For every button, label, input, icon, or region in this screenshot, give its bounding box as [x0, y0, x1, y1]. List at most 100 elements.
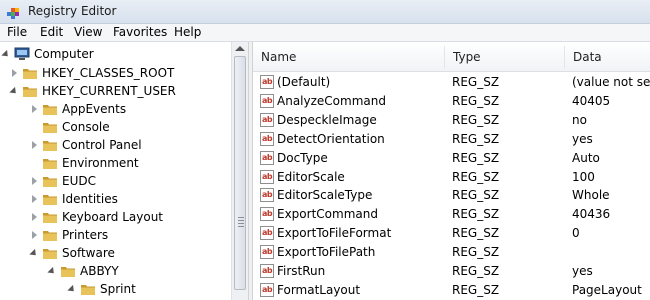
value-name: (Default) — [277, 75, 331, 89]
folder-icon — [43, 213, 57, 223]
string-value-icon: ab — [260, 169, 274, 184]
value-data: 40436 — [572, 207, 611, 222]
expanded-arrow-icon[interactable] — [47, 266, 57, 277]
expanded-arrow-icon[interactable] — [1, 49, 11, 60]
tree-item-environment[interactable]: Environment — [0, 155, 231, 173]
menu-favorites[interactable]: Favorites — [113, 25, 167, 39]
table-row[interactable]: ab FormatLayout REG_SZ PageLayout — [253, 281, 650, 300]
value-type: REG_SZ — [452, 93, 500, 108]
tree-item-hkey-current-user[interactable]: HKEY_CURRENT_USER — [0, 83, 231, 101]
folder-icon — [61, 267, 75, 277]
tree-item-software[interactable]: Software — [0, 245, 231, 263]
menu-edit[interactable]: Edit — [40, 25, 63, 39]
value-type: REG_SZ — [452, 282, 500, 297]
tree-item-label: HKEY_CLASSES_ROOT — [42, 66, 175, 80]
tree-item-appevents[interactable]: AppEvents — [0, 101, 231, 119]
tree-item-identities[interactable]: Identities — [0, 191, 231, 209]
value-data: PageLayout — [572, 282, 642, 297]
column-header-type[interactable]: Type — [445, 42, 565, 72]
value-type: REG_SZ — [452, 169, 500, 184]
string-value-icon: ab — [260, 226, 274, 241]
table-row[interactable]: ab FirstRun REG_SZ yes — [253, 262, 650, 281]
value-type: REG_SZ — [452, 112, 500, 127]
table-row[interactable]: ab AnalyzeCommand REG_SZ 40405 — [253, 92, 650, 111]
value-type: REG_SZ — [452, 207, 500, 222]
value-type: REG_SZ — [452, 245, 500, 260]
value-type: REG_SZ — [452, 226, 500, 241]
value-name: DetectOrientation — [277, 131, 385, 146]
table-row[interactable]: ab DetectOrientation REG_SZ yes — [253, 130, 650, 149]
column-header-data[interactable]: Data — [565, 42, 650, 72]
value-data: 100 — [572, 169, 595, 184]
list-header: Name Type Data — [253, 42, 650, 72]
value-data: 40405 — [572, 93, 611, 108]
value-data: Whole — [572, 188, 610, 203]
folder-icon — [43, 123, 57, 133]
value-type: REG_SZ — [452, 264, 500, 278]
scrollbar-thumb[interactable] — [234, 56, 246, 290]
column-header-name[interactable]: Name — [253, 42, 443, 72]
tree-item-eudc[interactable]: EUDC — [0, 173, 231, 191]
value-name: AnalyzeCommand — [277, 93, 386, 108]
expanded-arrow-icon[interactable] — [29, 248, 39, 259]
collapsed-arrow-icon[interactable] — [32, 141, 37, 149]
value-data: Auto — [572, 150, 600, 165]
collapsed-arrow-icon[interactable] — [32, 177, 37, 185]
menu-view[interactable]: View — [74, 25, 102, 39]
expanded-arrow-icon[interactable] — [9, 86, 19, 97]
table-row[interactable]: ab ExportCommand REG_SZ 40436 — [253, 205, 650, 224]
value-name: EditorScaleType — [277, 188, 373, 203]
table-row[interactable]: ab DocType REG_SZ Auto — [253, 149, 650, 168]
tree-item-console[interactable]: Console — [0, 119, 231, 137]
tree-item-label: ABBYY — [80, 264, 119, 278]
values-list-pane[interactable]: Name Type Data ab (Default) REG_SZ (value n… — [253, 42, 650, 300]
tree-item-keyboard-layout[interactable]: Keyboard Layout — [0, 209, 231, 227]
folder-icon — [23, 87, 37, 97]
collapsed-arrow-icon[interactable] — [32, 231, 37, 239]
collapsed-arrow-icon[interactable] — [32, 105, 37, 113]
scroll-up-arrow-icon[interactable] — [235, 46, 245, 51]
string-value-icon: ab — [260, 282, 274, 297]
value-name: EditorScale — [277, 169, 345, 184]
tree-item-label: Computer — [34, 47, 94, 61]
collapsed-arrow-icon[interactable] — [32, 195, 37, 203]
title-bar: Registry Editor — [0, 0, 650, 24]
value-name: ExportToFilePath — [277, 245, 376, 260]
table-row[interactable]: ab ExportToFileFormat REG_SZ 0 — [253, 224, 650, 243]
table-row[interactable]: ab EditorScale REG_SZ 100 — [253, 168, 650, 187]
tree-item-control-panel[interactable]: Control Panel — [0, 137, 231, 155]
folder-icon — [23, 69, 37, 79]
tree-item-label: Keyboard Layout — [62, 210, 164, 224]
table-row[interactable]: ab ExportToFilePath REG_SZ — [253, 243, 650, 262]
tree-item-computer[interactable]: Computer — [0, 46, 231, 64]
tree-item-label: Sprint — [100, 282, 136, 296]
computer-icon — [14, 47, 30, 60]
value-data: 0 — [572, 226, 580, 241]
tree-item-abbyy[interactable]: ABBYY — [0, 263, 231, 281]
string-value-icon: ab — [260, 150, 274, 165]
tree-item-label: Environment — [62, 156, 139, 170]
expanded-arrow-icon[interactable] — [67, 284, 77, 295]
menu-help[interactable]: Help — [174, 25, 201, 39]
folder-icon — [43, 249, 57, 259]
value-type: REG_SZ — [452, 150, 500, 165]
tree-item-label: AppEvents — [62, 102, 127, 116]
tree-item-printers[interactable]: Printers — [0, 227, 231, 245]
collapsed-arrow-icon[interactable] — [32, 213, 37, 221]
value-name: FirstRun — [277, 264, 326, 278]
string-value-icon: ab — [260, 188, 274, 203]
key-tree-pane[interactable]: Computer HKEY_CLASSES_ROOT HKEY_CURRENT_US… — [0, 42, 231, 300]
value-data: no — [572, 112, 587, 127]
tree-item-sprint[interactable]: Sprint — [0, 281, 231, 299]
table-row[interactable]: ab DespeckleImage REG_SZ no — [253, 111, 650, 130]
folder-icon — [81, 285, 95, 295]
value-name: DespeckleImage — [277, 112, 377, 127]
table-row[interactable]: ab EditorScaleType REG_SZ Whole — [253, 186, 650, 205]
menu-file[interactable]: File — [7, 25, 27, 39]
tree-item-hkey-classes-root[interactable]: HKEY_CLASSES_ROOT — [0, 65, 231, 83]
tree-scrollbar[interactable] — [231, 42, 248, 300]
folder-icon — [43, 231, 57, 241]
value-name: FormatLayout — [277, 282, 361, 297]
table-row[interactable]: ab(Default) REG_SZ (value not set) — [253, 73, 650, 92]
collapsed-arrow-icon[interactable] — [12, 69, 17, 77]
